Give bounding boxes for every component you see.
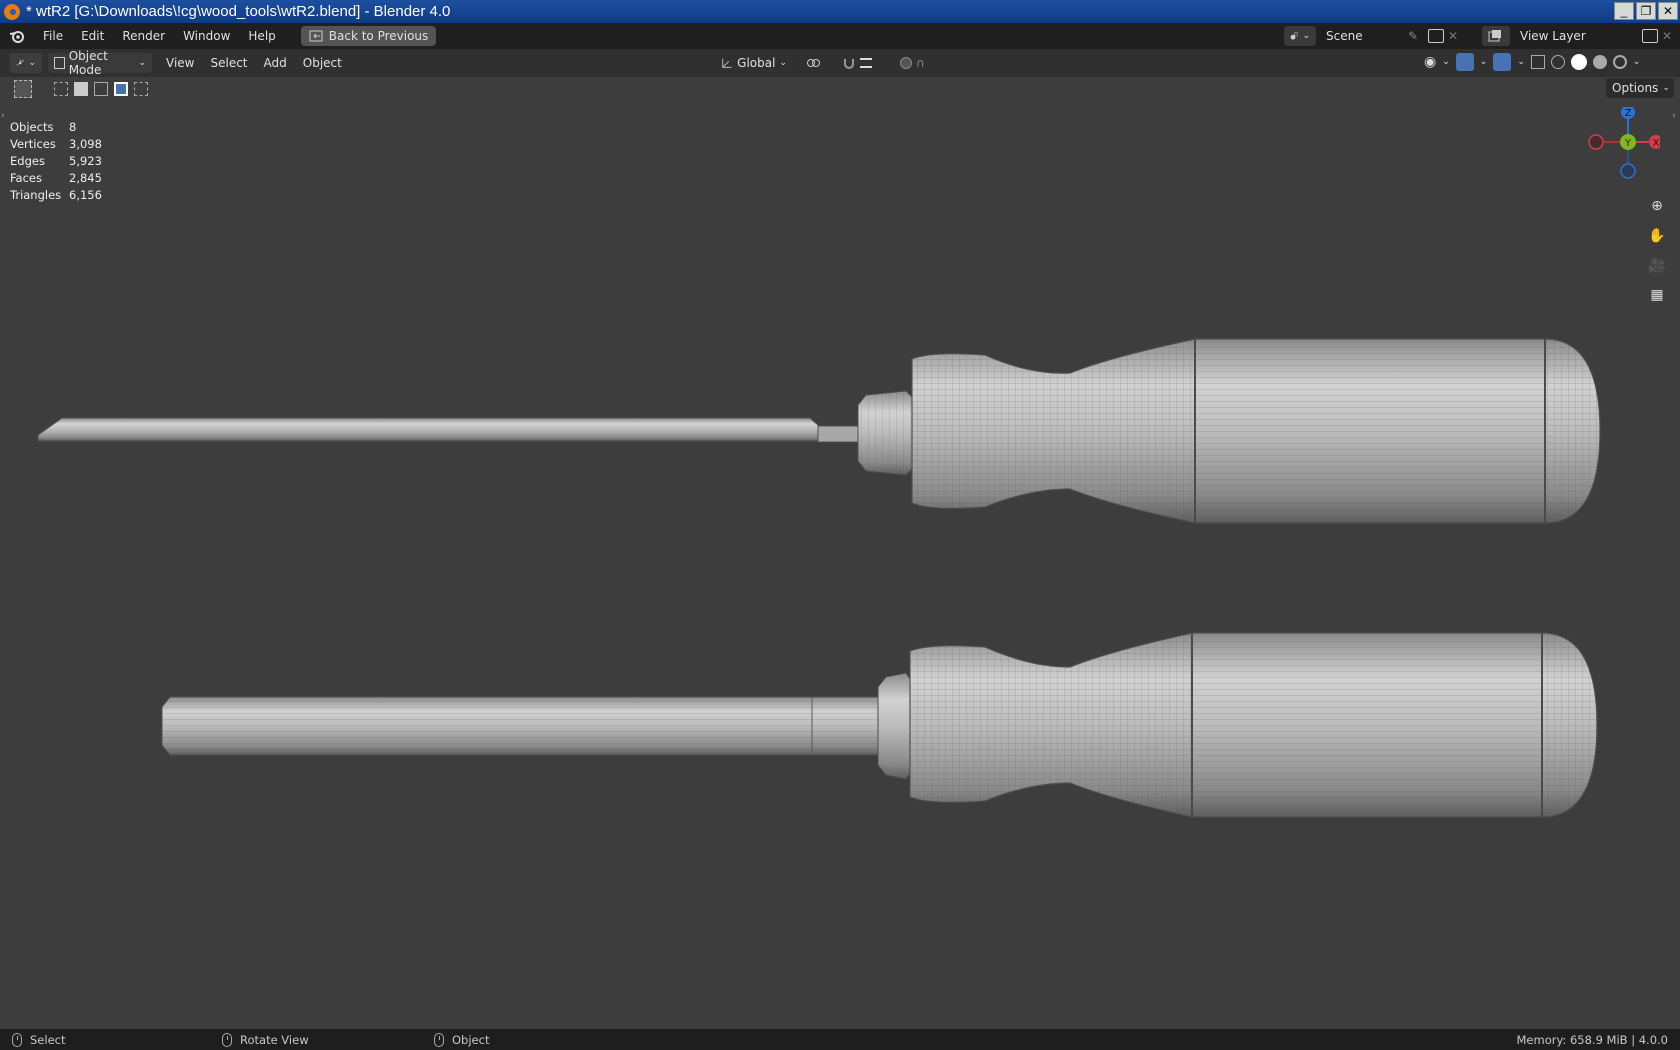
gizmo-toggle-icon[interactable] [1455,53,1474,71]
back-to-previous-button[interactable]: Back to Previous [300,26,437,46]
header-menu-view[interactable]: View [158,52,202,74]
mode-dropdown[interactable]: Object Mode ⌄ [48,49,152,77]
solid-shading-icon[interactable] [1570,54,1587,70]
window-controls: _ ❐ ✕ [1614,2,1678,20]
pivot-point-dropdown[interactable] [800,53,830,73]
proportional-editing-icon [900,57,912,69]
scene-icon [1290,32,1299,40]
rendered-shading-icon[interactable] [1612,55,1627,69]
wireframe-shading-icon[interactable] [1550,55,1565,69]
view-layer-name: View Layer [1520,29,1586,43]
awl-ferrule[interactable] [877,672,911,780]
orientation-label: Global [737,56,776,70]
chisel-blade[interactable] [37,417,819,442]
status-select-label: Select [30,1032,66,1047]
pivot-icon [807,59,820,67]
mode-label: Object Mode [68,49,108,77]
view-layer-selector: View Layer ✕ [1482,26,1672,46]
status-bar: Select Rotate View Object Memory: 658.9 … [0,1029,1680,1050]
view-layer-type-dropdown[interactable] [1482,26,1510,46]
3d-viewport-icon [16,59,25,66]
maximize-button[interactable]: ❐ [1636,2,1656,20]
header-menu-select[interactable]: Select [202,52,255,74]
menu-file[interactable]: File [34,23,72,49]
back-icon [309,30,323,42]
blender-menu-icon[interactable] [0,23,34,49]
delete-view-layer-icon[interactable]: ✕ [1662,29,1672,43]
menu-edit[interactable]: Edit [72,23,113,49]
scene-type-dropdown[interactable]: ⌄ [1284,26,1316,46]
xray-toggle-icon[interactable] [1530,55,1545,69]
menu-window[interactable]: Window [174,23,239,49]
new-scene-icon[interactable] [1428,29,1444,43]
window-title: * wtR2 [G:\Downloads\!cg\wood_tools\wtR2… [26,3,451,20]
snap-target-icon [860,58,872,68]
editor-type-dropdown[interactable]: ⌄ [10,53,42,73]
3d-viewport[interactable]: Options ⌄ › ‹ Objects 8 Vertices 3,098 Edg… [0,77,1680,1029]
memory-version-info: Memory: 658.9 MiB | 4.0.0 [1516,1032,1669,1047]
window-titlebar: * wtR2 [G:\Downloads\!cg\wood_tools\wtR2… [0,0,1680,23]
middle-mouse-icon [222,1032,232,1047]
snapping-controls[interactable] [836,53,888,73]
viewport-scene [37,338,1601,818]
falloff-icon: ∩ [916,56,925,70]
object-mode-icon [54,57,65,69]
close-button[interactable]: ✕ [1658,2,1678,20]
blender-logo-icon [4,3,20,20]
pin-icon[interactable]: ✎ [1408,29,1418,43]
viewport-header: ⌄ Object Mode ⌄ View Select Add Object G… [0,49,1680,77]
scene-name-field[interactable]: Scene ✎ [1320,26,1424,46]
awl-model[interactable] [161,632,1598,818]
left-mouse-icon [12,1032,22,1047]
proportional-editing-controls[interactable]: ∩ [894,53,944,73]
menu-render[interactable]: Render [113,23,174,49]
back-to-previous-label: Back to Previous [328,29,429,43]
scene-name: Scene [1326,29,1363,43]
status-rotate-label: Rotate View [240,1032,309,1047]
magnet-icon [844,59,854,69]
material-shading-icon[interactable] [1592,55,1607,69]
right-mouse-icon [434,1032,444,1047]
scene-selector: ⌄ Scene ✎ ✕ [1284,26,1458,46]
visibility-eye-icon[interactable]: ◉ [1424,54,1436,70]
status-hint-select: Select [12,1032,66,1047]
viewport-overlay-controls: ◉ ⌄ ⌄ ⌄ ⌄ [1424,53,1641,71]
chisel-model[interactable] [37,338,1601,524]
top-menubar: File Edit Render Window Help Back to Pre… [0,23,1680,49]
menu-help[interactable]: Help [239,23,284,49]
header-menu-object[interactable]: Object [295,52,350,74]
status-hint-object: Object [434,1032,490,1047]
status-hint-rotate: Rotate View [222,1032,309,1047]
header-menu-add[interactable]: Add [256,52,295,74]
transform-orientation-dropdown[interactable]: Global ⌄ [715,53,793,73]
status-object-label: Object [452,1032,490,1047]
orientation-icon [722,58,732,68]
overlays-toggle-icon[interactable] [1493,53,1512,71]
new-view-layer-icon[interactable] [1642,29,1658,43]
minimize-button[interactable]: _ [1614,2,1634,20]
view-layer-name-field[interactable]: View Layer [1514,26,1638,46]
delete-scene-icon[interactable]: ✕ [1448,29,1458,43]
view-layer-icon [1488,30,1501,42]
